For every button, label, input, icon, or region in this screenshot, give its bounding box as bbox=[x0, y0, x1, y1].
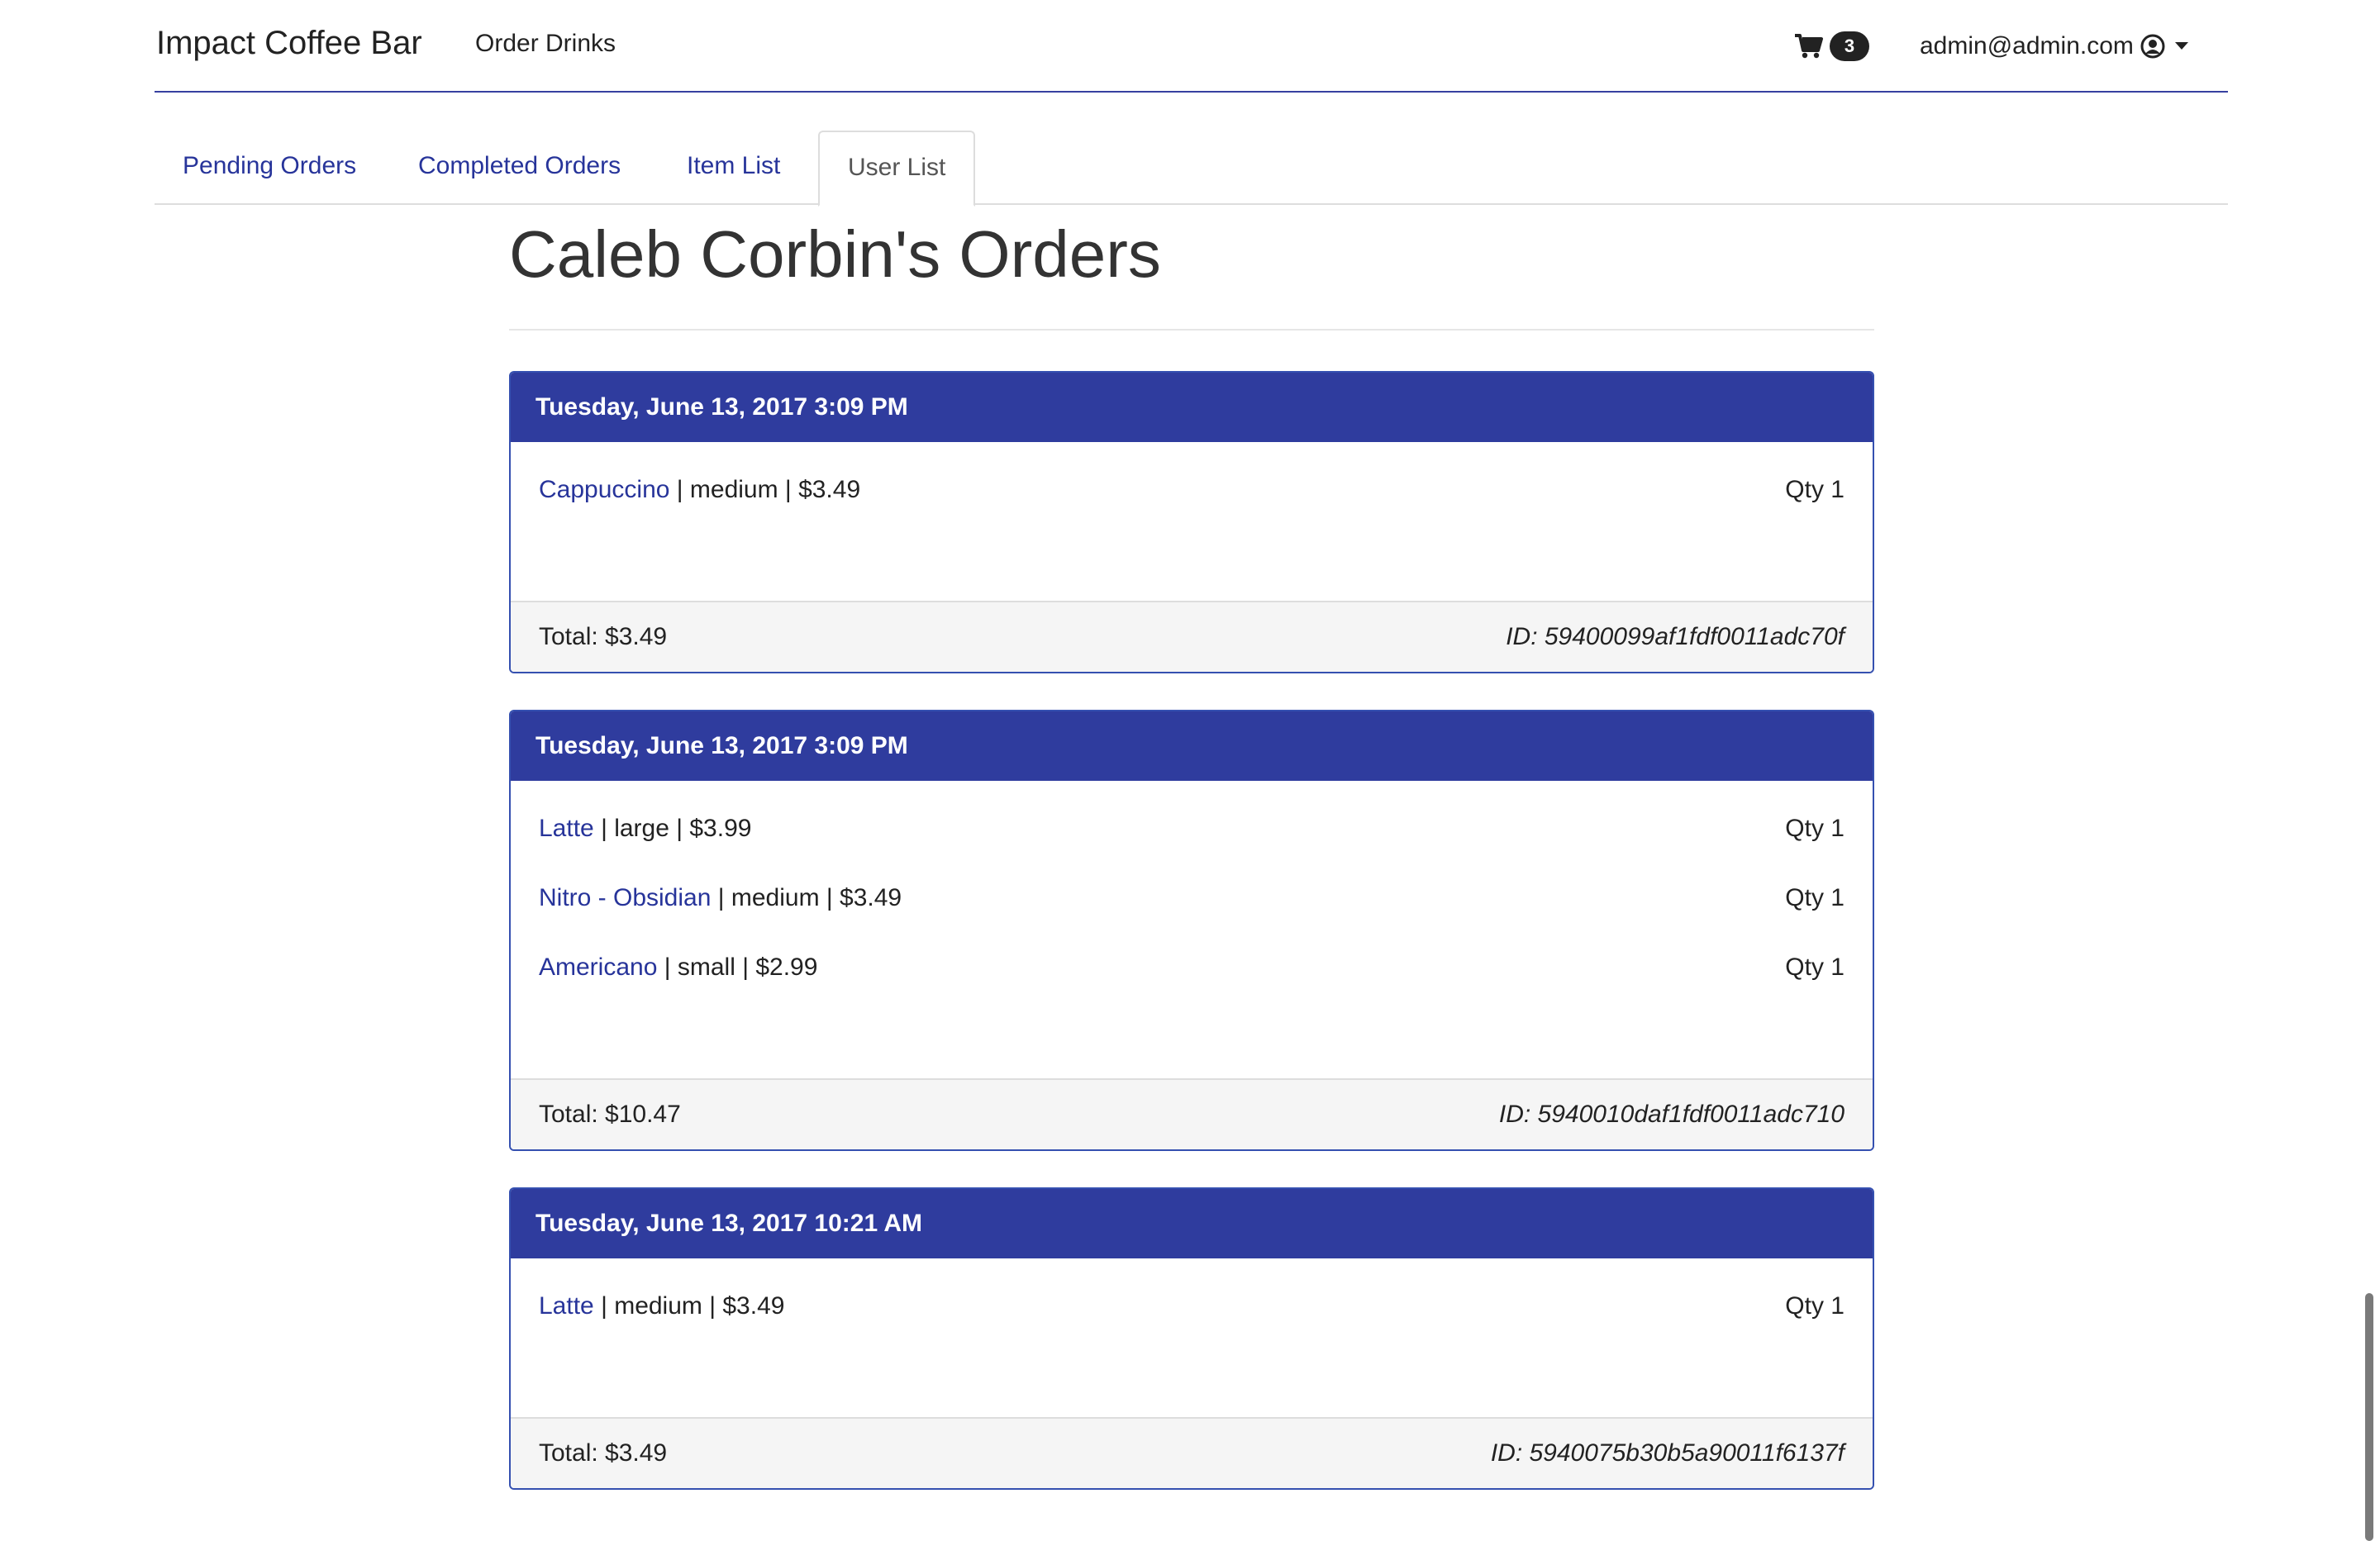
order-footer: Total: $3.49 ID: 59400099af1fdf0011adc70… bbox=[511, 601, 1873, 672]
line-item-description: Americano | small | $2.99 bbox=[539, 944, 817, 1014]
order-date: Tuesday, June 13, 2017 10:21 AM bbox=[511, 1189, 1873, 1258]
order-footer: Total: $10.47 ID: 5940010daf1fdf0011adc7… bbox=[511, 1078, 1873, 1149]
item-link[interactable]: Americano bbox=[539, 954, 657, 981]
tab-item-list[interactable]: Item List bbox=[659, 131, 808, 205]
order-panel: Tuesday, June 13, 2017 10:21 AM Latte | … bbox=[509, 1187, 1874, 1490]
order-items: Cappuccino | medium | $3.49 Qty 1 bbox=[511, 442, 1873, 601]
order-line-item: Americano | small | $2.99 Qty 1 bbox=[539, 944, 1844, 1014]
order-line-item: Nitro - Obsidian | medium | $3.49 Qty 1 bbox=[539, 875, 1844, 944]
order-total: Total: $3.49 bbox=[539, 623, 668, 650]
item-qty: Qty 1 bbox=[1785, 815, 1844, 842]
order-panel: Tuesday, June 13, 2017 3:09 PM Cappuccin… bbox=[509, 371, 1874, 673]
item-details: | large | $3.99 bbox=[593, 815, 752, 842]
item-qty: Qty 1 bbox=[1785, 476, 1844, 503]
tab-pending-orders[interactable]: Pending Orders bbox=[155, 131, 384, 205]
order-total: Total: $3.49 bbox=[539, 1439, 668, 1467]
cart-button[interactable]: 3 bbox=[1795, 28, 1869, 64]
tab-user-list[interactable]: User List bbox=[818, 131, 976, 207]
page: Impact Coffee Bar Order Drinks 3 admin@a… bbox=[0, 0, 2380, 1541]
user-email: admin@admin.com bbox=[1920, 32, 2134, 59]
order-total: Total: $10.47 bbox=[539, 1101, 681, 1128]
item-details: | medium | $3.49 bbox=[593, 1292, 785, 1320]
order-id: ID: 5940010daf1fdf0011adc710 bbox=[1498, 1101, 1844, 1128]
page-title: Caleb Corbin's Orders bbox=[509, 217, 1161, 291]
item-details: | medium | $3.49 bbox=[669, 476, 861, 503]
orders-list: Tuesday, June 13, 2017 3:09 PM Cappuccin… bbox=[509, 371, 1874, 1526]
shopping-cart-icon bbox=[1795, 34, 1823, 59]
user-menu-dropdown[interactable]: admin@admin.com bbox=[1920, 28, 2188, 64]
order-footer: Total: $3.49 ID: 5940075b30b5a90011f6137… bbox=[511, 1417, 1873, 1488]
brand-link[interactable]: Impact Coffee Bar bbox=[156, 25, 422, 62]
admin-tabs: Pending Orders Completed Orders Item Lis… bbox=[155, 131, 2228, 207]
line-item-description: Latte | medium | $3.49 bbox=[539, 1283, 784, 1353]
line-item-description: Cappuccino | medium | $3.49 bbox=[539, 467, 860, 536]
order-line-item: Latte | medium | $3.49 Qty 1 bbox=[539, 1283, 1844, 1353]
item-details: | small | $2.99 bbox=[657, 954, 818, 981]
item-link[interactable]: Nitro - Obsidian bbox=[539, 884, 711, 911]
order-items: Latte | large | $3.99 Qty 1 Nitro - Obsi… bbox=[511, 781, 1873, 1078]
order-date: Tuesday, June 13, 2017 3:09 PM bbox=[511, 711, 1873, 781]
order-line-item: Latte | large | $3.99 Qty 1 bbox=[539, 806, 1844, 875]
user-circle-icon bbox=[2140, 34, 2165, 59]
order-line-item: Cappuccino | medium | $3.49 Qty 1 bbox=[539, 467, 1844, 536]
page-scrollbar[interactable] bbox=[2365, 1293, 2373, 1541]
item-details: | medium | $3.49 bbox=[711, 884, 902, 911]
order-drinks-link[interactable]: Order Drinks bbox=[475, 30, 616, 58]
caret-down-icon bbox=[2174, 42, 2188, 50]
order-id: ID: 59400099af1fdf0011adc70f bbox=[1506, 623, 1844, 650]
item-qty: Qty 1 bbox=[1785, 954, 1844, 981]
cart-count-badge: 3 bbox=[1830, 31, 1869, 61]
order-date: Tuesday, June 13, 2017 3:09 PM bbox=[511, 373, 1873, 442]
line-item-description: Nitro - Obsidian | medium | $3.49 bbox=[539, 875, 902, 944]
item-qty: Qty 1 bbox=[1785, 1292, 1844, 1320]
tab-completed-orders[interactable]: Completed Orders bbox=[390, 131, 649, 205]
order-items: Latte | medium | $3.49 Qty 1 bbox=[511, 1258, 1873, 1417]
order-id: ID: 5940075b30b5a90011f6137f bbox=[1490, 1439, 1844, 1467]
item-link[interactable]: Cappuccino bbox=[539, 476, 669, 503]
item-link[interactable]: Latte bbox=[539, 1292, 594, 1320]
item-qty: Qty 1 bbox=[1785, 884, 1844, 911]
title-divider bbox=[509, 329, 1874, 331]
item-link[interactable]: Latte bbox=[539, 815, 594, 842]
line-item-description: Latte | large | $3.99 bbox=[539, 806, 751, 875]
navbar: Impact Coffee Bar Order Drinks 3 admin@a… bbox=[155, 0, 2228, 93]
order-panel: Tuesday, June 13, 2017 3:09 PM Latte | l… bbox=[509, 710, 1874, 1151]
